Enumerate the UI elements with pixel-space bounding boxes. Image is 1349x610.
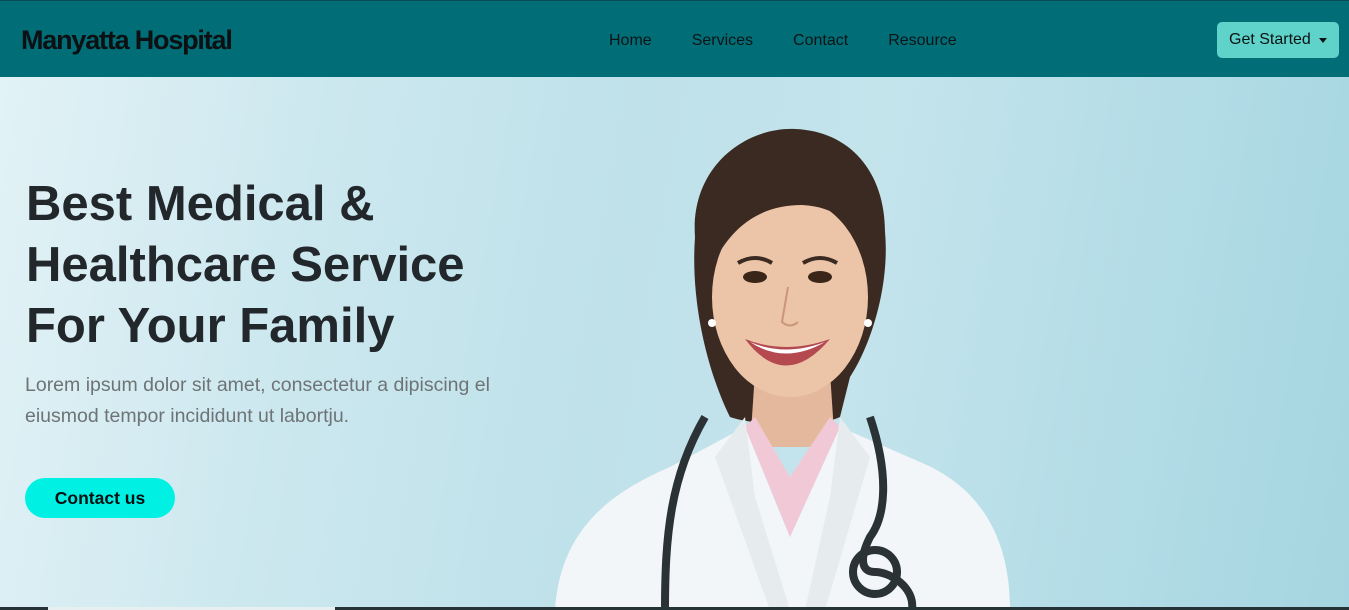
nav-resource-link[interactable]: Resource bbox=[888, 32, 956, 50]
hero-title: Best Medical & Healthcare Service For Yo… bbox=[26, 177, 465, 353]
get-started-label: Get Started bbox=[1229, 31, 1311, 48]
nav-contact-link[interactable]: Contact bbox=[793, 32, 848, 50]
hero-subtitle: Lorem ipsum dolor sit amet, consectetur … bbox=[25, 374, 490, 427]
navbar: Manyatta Hospital Home Services Contact … bbox=[0, 0, 1349, 77]
caret-down-icon bbox=[1319, 38, 1327, 43]
brand-logo[interactable]: Manyatta Hospital bbox=[21, 25, 233, 56]
nav-home-link[interactable]: Home bbox=[609, 32, 652, 50]
contact-us-button[interactable]: Contact us bbox=[25, 478, 175, 518]
doctor-photo bbox=[555, 128, 1010, 610]
nav-services-link[interactable]: Services bbox=[692, 32, 753, 50]
hero-section: Best Medical & Healthcare Service For Yo… bbox=[0, 77, 1349, 610]
nav-links: Home Services Contact Resource bbox=[609, 32, 997, 50]
get-started-dropdown-button[interactable]: Get Started bbox=[1217, 22, 1339, 58]
